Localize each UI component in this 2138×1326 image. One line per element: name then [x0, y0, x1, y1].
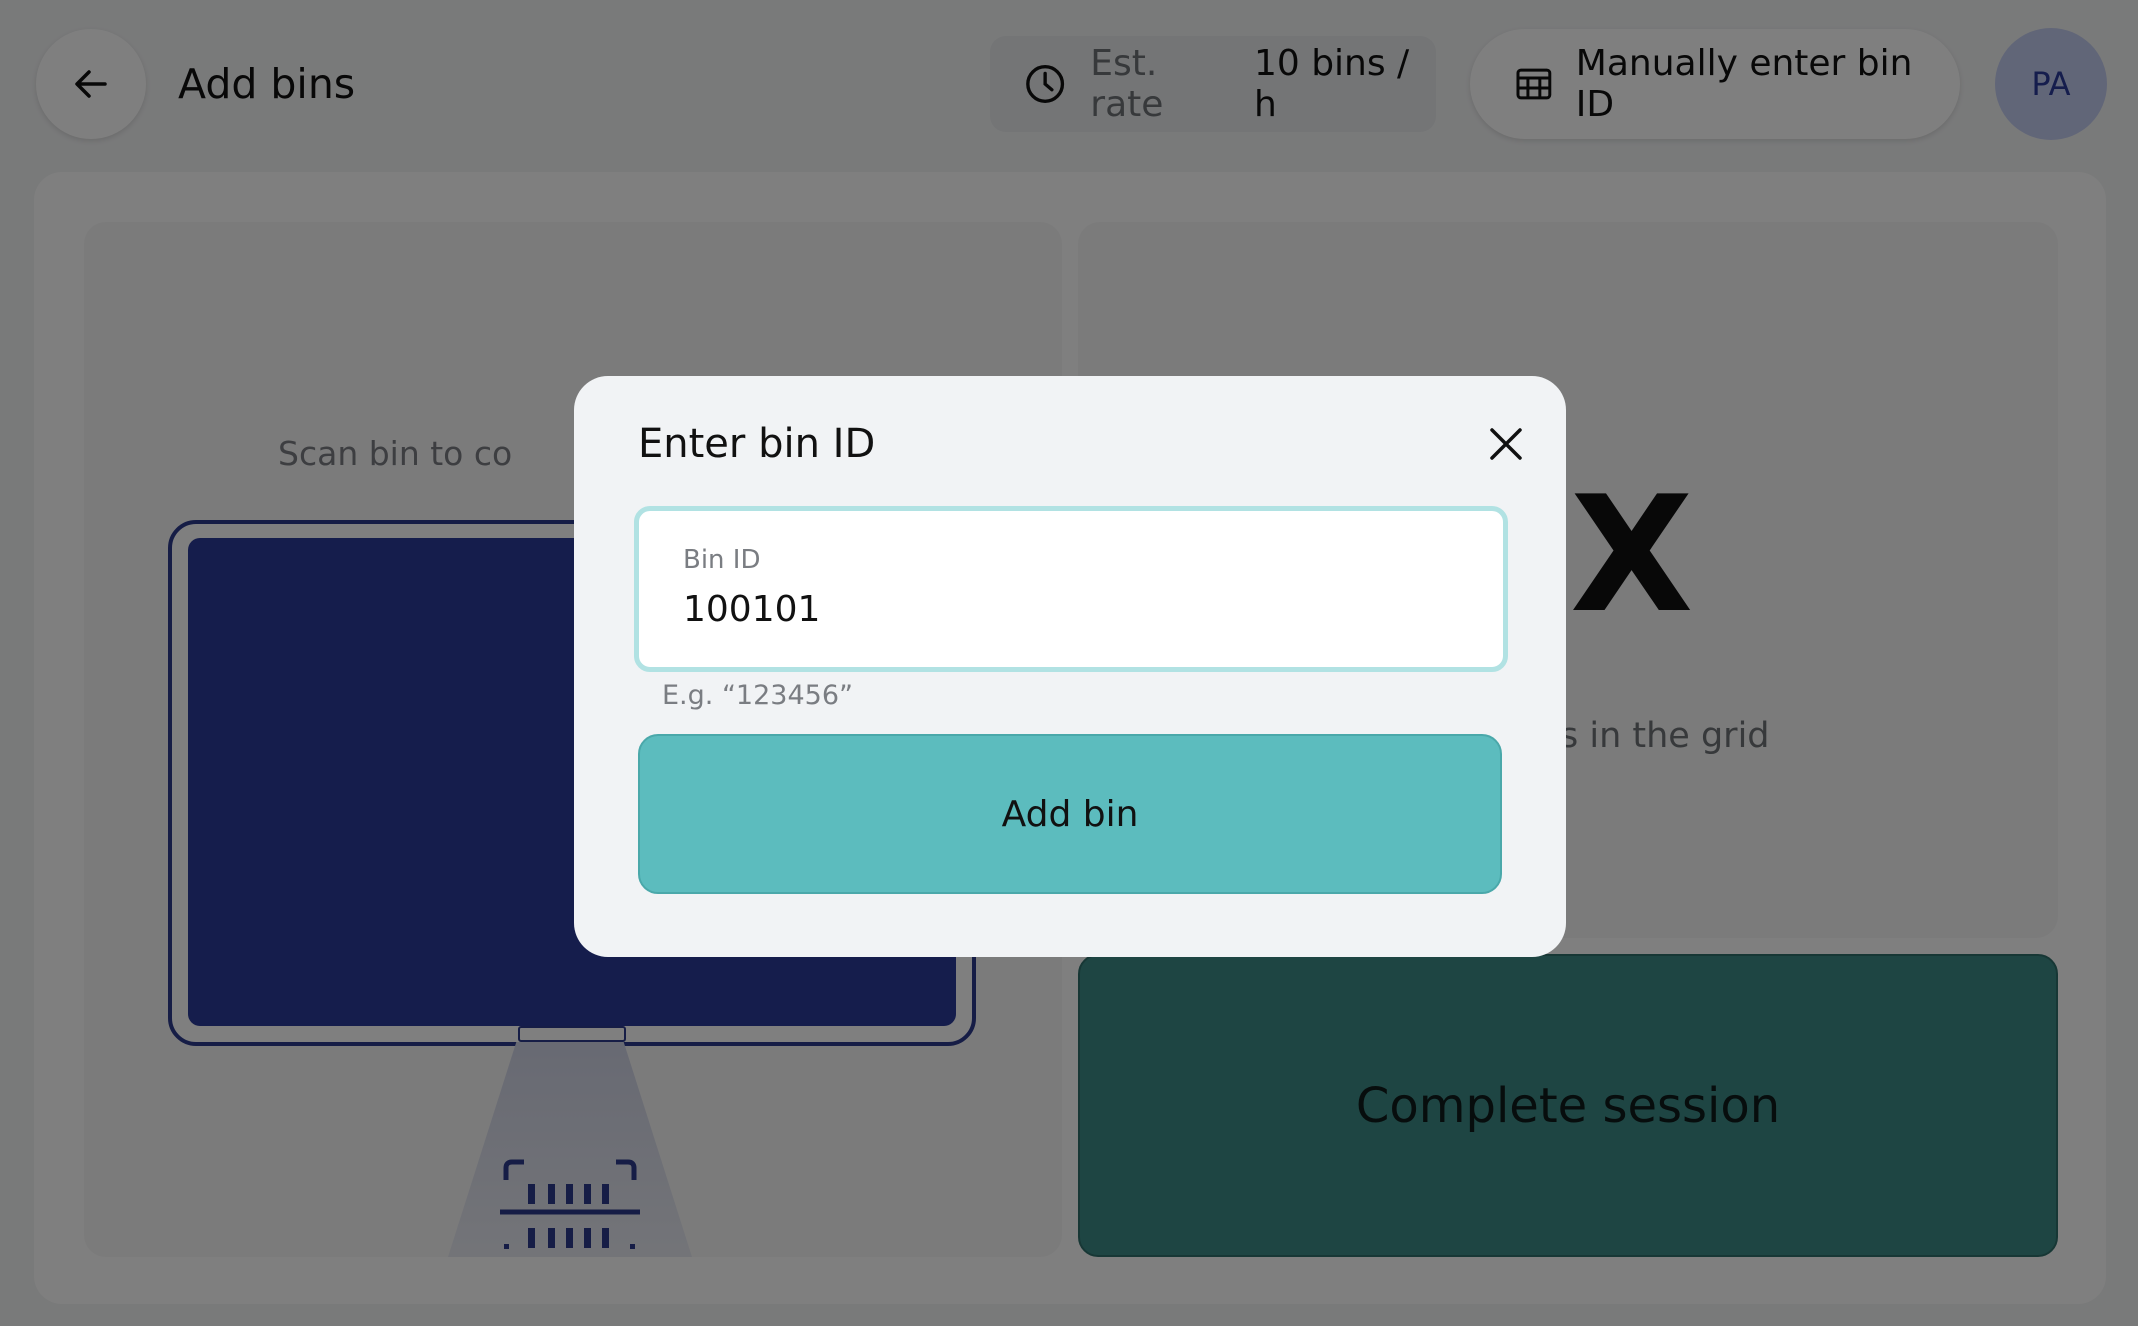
enter-bin-id-dialog: Enter bin ID Bin ID 100101 E.g. “123456”…: [574, 376, 1566, 957]
add-bin-button[interactable]: Add bin: [638, 734, 1502, 894]
dialog-title: Enter bin ID: [638, 421, 876, 467]
close-icon: [1490, 428, 1522, 460]
close-button[interactable]: [1474, 412, 1538, 476]
bin-id-input[interactable]: Bin ID 100101: [634, 506, 1508, 672]
bin-id-input-label: Bin ID: [683, 545, 761, 575]
bin-id-input-value[interactable]: 100101: [683, 585, 820, 635]
bin-id-helper-text: E.g. “123456”: [662, 680, 853, 711]
